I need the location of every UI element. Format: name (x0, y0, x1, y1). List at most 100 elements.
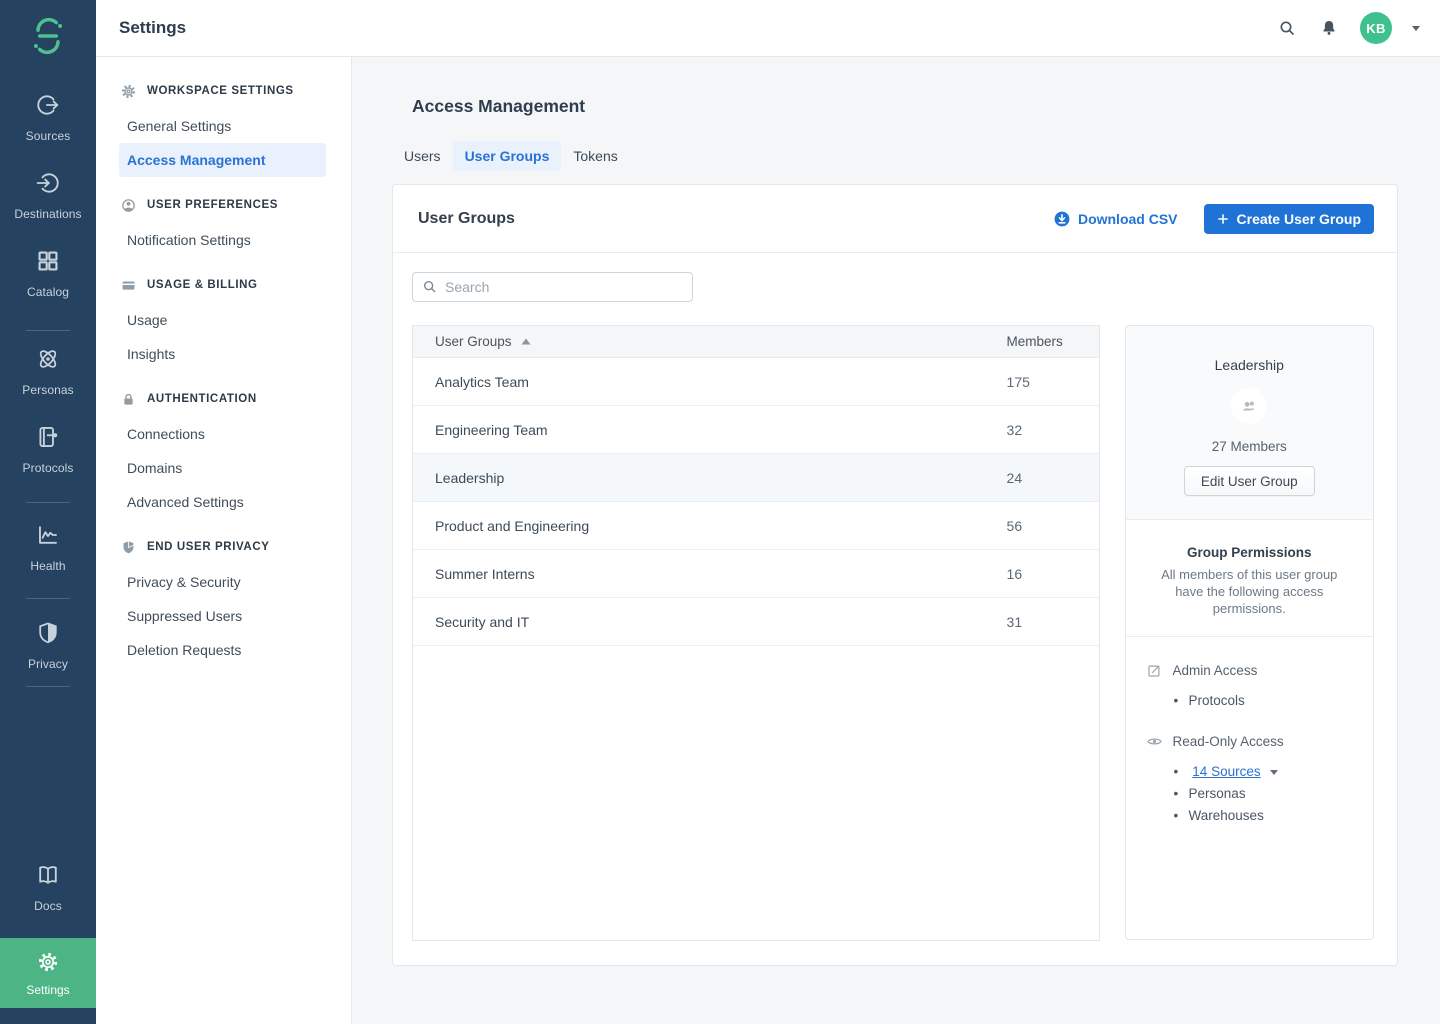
table-header-row: User Groups Members (413, 326, 1099, 358)
group-name: Leadership (1146, 357, 1353, 373)
nav-section-title: AUTHENTICATION (147, 393, 257, 405)
download-csv-link[interactable]: Download CSV (1054, 211, 1178, 227)
table-row[interactable]: Summer Interns 16 (413, 550, 1099, 598)
list-item: Warehouses (1174, 805, 1353, 827)
nav-section-header: USER PREFERENCES (96, 193, 351, 217)
rail-item-settings[interactable]: Settings (0, 938, 96, 1008)
edit-square-icon (1146, 662, 1163, 679)
table-row[interactable]: Security and IT 31 (413, 598, 1099, 646)
readonly-access-row: Read-Only Access (1146, 733, 1353, 750)
nav-item-advanced-settings[interactable]: Advanced Settings (96, 485, 351, 519)
nav-item-access-management[interactable]: Access Management (119, 143, 326, 177)
nav-item-privacy-security[interactable]: Privacy & Security (96, 565, 351, 599)
nav-section-header: WORKSPACE SETTINGS (96, 79, 351, 103)
segment-logo-icon[interactable] (28, 16, 68, 56)
protocols-icon (35, 424, 61, 450)
card-header: User Groups Download CSV (393, 185, 1397, 253)
nav-section-header: USAGE & BILLING (96, 273, 351, 297)
rail-label: Docs (0, 899, 96, 913)
sources-icon (35, 92, 61, 118)
tab-tokens[interactable]: Tokens (561, 141, 629, 171)
permissions-description: All members of this user group have the … (1146, 566, 1353, 617)
table-row[interactable]: Analytics Team 175 (413, 358, 1099, 406)
search-icon (421, 278, 438, 295)
page-title: Access Management (412, 96, 1440, 117)
rail-item-docs[interactable]: Docs (0, 862, 96, 913)
notifications-bell-icon[interactable] (1318, 17, 1340, 39)
nav-section-header: AUTHENTICATION (96, 387, 351, 411)
gear-icon (120, 83, 137, 100)
nav-item-deletion-requests[interactable]: Deletion Requests (96, 633, 351, 667)
rail-divider (26, 330, 70, 331)
admin-access-row: Admin Access (1146, 662, 1353, 679)
expand-sources-caret-icon[interactable] (1270, 770, 1278, 775)
shield-icon (120, 539, 137, 556)
lock-icon (120, 391, 137, 408)
edit-user-group-button[interactable]: Edit User Group (1184, 466, 1315, 496)
card-actions: Download CSV Create User Group (1054, 204, 1374, 234)
sort-ascending-icon (521, 338, 531, 345)
sources-count-link[interactable]: 14 Sources (1192, 764, 1260, 779)
divider (1126, 636, 1373, 637)
nav-item-insights[interactable]: Insights (96, 337, 351, 371)
nav-section-user-preferences: USER PREFERENCES Notification Settings (96, 193, 351, 257)
rail-label: Protocols (0, 461, 96, 475)
list-item: Protocols (1174, 690, 1353, 712)
nav-section-title: USER PREFERENCES (147, 199, 278, 211)
nav-section-title: WORKSPACE SETTINGS (147, 85, 294, 97)
nav-item-general-settings[interactable]: General Settings (96, 109, 351, 143)
search-input[interactable] (412, 272, 693, 302)
docs-icon (35, 862, 61, 888)
tab-users[interactable]: Users (392, 141, 453, 171)
account-menu-caret-icon[interactable] (1412, 26, 1420, 31)
nav-item-connections[interactable]: Connections (96, 417, 351, 451)
app-window: Sources Destinations Catalog (0, 0, 1440, 1024)
nav-section-title: END USER PRIVACY (147, 541, 270, 553)
rail-divider (26, 502, 70, 503)
search-icon[interactable] (1276, 17, 1298, 39)
rail-label: Personas (0, 383, 96, 397)
rail-item-destinations[interactable]: Destinations (0, 170, 96, 221)
rail-divider (26, 598, 70, 599)
nav-section-header: END USER PRIVACY (96, 535, 351, 559)
create-user-group-label: Create User Group (1237, 211, 1361, 227)
nav-item-notification-settings[interactable]: Notification Settings (96, 223, 351, 257)
rail-divider (26, 686, 70, 687)
rail-item-health[interactable]: Health (0, 522, 96, 573)
create-user-group-button[interactable]: Create User Group (1204, 204, 1374, 234)
people-icon (1239, 396, 1259, 416)
content-row: User Groups Members Analytics Team 175 (412, 325, 1374, 941)
rail-label: Health (0, 559, 96, 573)
health-icon (35, 522, 61, 548)
credit-card-icon (120, 277, 137, 294)
settings-nav: WORKSPACE SETTINGS General Settings Acce… (96, 57, 352, 1024)
admin-access-list: Protocols (1174, 690, 1353, 712)
list-item: Personas (1174, 783, 1353, 805)
nav-section-end-user-privacy: END USER PRIVACY Privacy & Security Supp… (96, 535, 351, 667)
table-row[interactable]: Engineering Team 32 (413, 406, 1099, 454)
nav-item-usage[interactable]: Usage (96, 303, 351, 337)
top-bar: Settings KB (96, 0, 1440, 57)
rail-item-catalog[interactable]: Catalog (0, 248, 96, 299)
table-row-selected[interactable]: Leadership 24 (413, 454, 1099, 502)
column-header-user-groups[interactable]: User Groups (435, 334, 1007, 349)
rail-item-protocols[interactable]: Protocols (0, 424, 96, 475)
table-row[interactable]: Product and Engineering 56 (413, 502, 1099, 550)
nav-section-usage-billing: USAGE & BILLING Usage Insights (96, 273, 351, 371)
group-detail-panel: Leadership 27 Members Edit User (1125, 325, 1374, 940)
search-box (412, 272, 693, 302)
group-avatar (1231, 388, 1267, 424)
rail-item-sources[interactable]: Sources (0, 92, 96, 143)
rail-item-privacy[interactable]: Privacy (0, 620, 96, 671)
nav-section-authentication: AUTHENTICATION Connections Domains Advan… (96, 387, 351, 519)
privacy-icon (35, 620, 61, 646)
rail-item-personas[interactable]: Personas (0, 346, 96, 397)
nav-item-suppressed-users[interactable]: Suppressed Users (96, 599, 351, 633)
plus-icon (1217, 213, 1229, 225)
user-avatar[interactable]: KB (1360, 12, 1392, 44)
list-item: 14 Sources (1174, 761, 1353, 783)
column-header-members[interactable]: Members (1007, 334, 1099, 349)
tab-user-groups[interactable]: User Groups (453, 141, 562, 171)
card-title: User Groups (418, 210, 515, 228)
nav-item-domains[interactable]: Domains (96, 451, 351, 485)
